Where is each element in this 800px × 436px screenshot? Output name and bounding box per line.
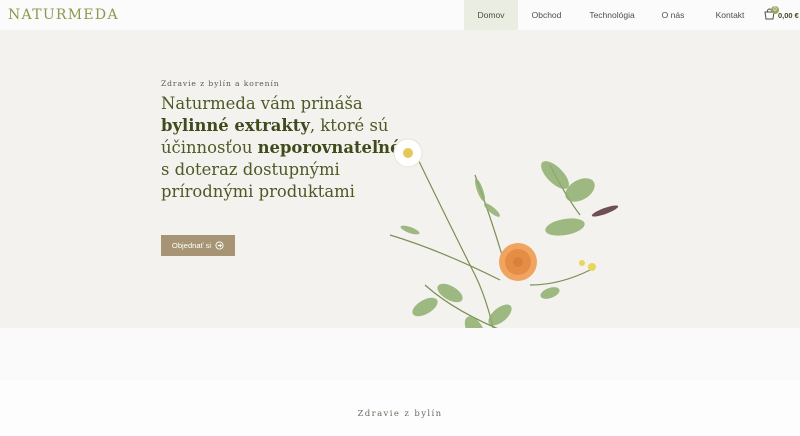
hero-bottom-band (0, 328, 800, 380)
section-title: Zdravie z bylín (357, 409, 443, 419)
nav-item-o-nas[interactable]: O nás (649, 0, 697, 30)
main-nav: Domov Obchod Technológia O nás Kontakt (464, 0, 763, 30)
nav-item-technologia[interactable]: Technológia (575, 0, 649, 30)
headline-text-3: s doteraz dostupnými prírodnými produkta… (161, 160, 355, 201)
nav-item-domov[interactable]: Domov (464, 0, 518, 30)
order-button[interactable]: Objednať si (161, 235, 235, 256)
arrow-circle-right-icon (215, 241, 224, 250)
headline-bold-1: bylinné extrakty (161, 116, 310, 135)
headline-text-1: Naturmeda vám prináša (161, 94, 363, 113)
logo[interactable]: NATURMEDA (8, 7, 119, 23)
order-button-label: Objednať si (171, 241, 212, 250)
content-section (0, 380, 800, 436)
nav-item-obchod[interactable]: Obchod (518, 0, 575, 30)
nav-item-kontakt[interactable]: Kontakt (697, 0, 763, 30)
hero-headline: Naturmeda vám prináša bylinné extrakty, … (161, 93, 401, 203)
cart-total[interactable]: 0,00 € (778, 11, 799, 20)
hero-subtitle: Zdravie z bylín a korenín (161, 79, 280, 88)
site-header: NATURMEDA Domov Obchod Technológia O nás… (0, 0, 800, 30)
